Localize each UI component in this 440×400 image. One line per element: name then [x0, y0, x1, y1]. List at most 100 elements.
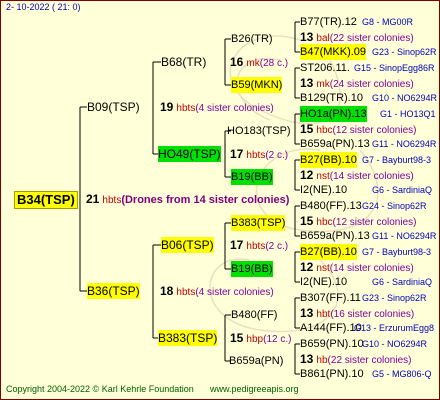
- gen4-count-6: 13: [300, 306, 314, 320]
- gen4-code2-0: G23 - Sinop62R: [372, 47, 437, 57]
- gen4-count-2: 15: [300, 122, 314, 136]
- gen4-code2-3: G6 - SardiniaQ: [372, 185, 433, 195]
- root-unit: hbts: [102, 195, 122, 206]
- gen2-note-1: (2 c.): [265, 150, 289, 161]
- gen4-unit-1: mk: [316, 79, 330, 90]
- root-note: (Drones from 14 sister colonies): [121, 194, 290, 206]
- gen4-unit-3: nst: [316, 171, 330, 182]
- gen4-id2-4[interactable]: B659a(PN).13: [300, 228, 370, 244]
- gen2-count-1: 17: [230, 147, 244, 161]
- gen4-id2-2[interactable]: B659a(PN).13: [300, 136, 370, 152]
- gen3-node-7[interactable]: B659a(PN): [229, 353, 283, 369]
- gen2-unit-1: hbts: [246, 150, 266, 161]
- gen4-count-5: 12: [300, 260, 314, 274]
- gen2-count-0: 16: [230, 55, 244, 69]
- gen4-info-5: 12 nst(14 sister colonies): [300, 259, 414, 275]
- gen4-id-4[interactable]: B480(FF).13: [300, 198, 362, 214]
- gen2-note-2: (2 c.): [265, 241, 289, 252]
- gen2-node-1[interactable]: HO49(TSP): [158, 146, 221, 162]
- gen3-node-0[interactable]: B26(TR): [231, 31, 273, 47]
- gen1-unit-0: hbts: [176, 103, 196, 114]
- gen4-id2-0[interactable]: B47(MKK).09: [300, 44, 367, 60]
- gen2-count-2: 17: [230, 238, 244, 252]
- gen4-code2-6: G13 - ErzurumEgg8: [354, 323, 435, 333]
- gen2-info-0: 16 mk(28 c.): [230, 54, 288, 70]
- root-node[interactable]: B34(TSP): [14, 191, 78, 209]
- gen4-id-6[interactable]: B307(FF).11: [300, 290, 361, 306]
- gen4-note-6: (16 sister colonies): [330, 309, 415, 320]
- gen3-node-6[interactable]: B480(FF): [231, 307, 277, 323]
- gen4-info-6: 13 hbt(16 sister colonies): [300, 305, 414, 321]
- gen3-node-5[interactable]: B19(BB): [231, 261, 273, 277]
- gen4-id2-5[interactable]: I2(NE).10: [300, 274, 347, 290]
- gen4-code-5: G7 - Bayburt98-3: [362, 247, 432, 257]
- gen3-node-4[interactable]: B383(TSP): [231, 215, 286, 231]
- gen2-note-3: (12 c.): [263, 334, 292, 345]
- gen4-note-0: (22 sister colonies): [329, 33, 414, 44]
- gen4-id2-7[interactable]: B861(PN).10: [300, 366, 364, 382]
- gen1-node-0[interactable]: B09(TSP): [87, 99, 140, 115]
- gen4-id2-1[interactable]: B129(TR).10: [300, 90, 363, 106]
- gen2-unit-3: hbp: [246, 334, 264, 345]
- gen4-info-4: 15 hbc(12 sister colonies): [300, 213, 416, 229]
- gen2-unit-0: mk: [246, 58, 260, 69]
- gen4-id-7[interactable]: B659(PN).10: [300, 336, 364, 352]
- gen1-note-0: (4 sister colonies): [195, 103, 274, 114]
- gen4-note-1: (24 sister colonies): [329, 79, 414, 90]
- gen4-count-4: 15: [300, 214, 314, 228]
- gen4-code2-2: G11 - NO6294R: [372, 139, 437, 149]
- gen4-id2-6[interactable]: A144(FF).10: [300, 320, 362, 336]
- gen4-unit-2: hbc: [316, 125, 333, 136]
- footer-url[interactable]: www.pedigreeapis.org: [210, 384, 299, 394]
- gen4-count-1: 13: [300, 76, 314, 90]
- gen4-code2-7: G5 - MG806-Q: [372, 369, 432, 379]
- gen4-code2-5: G6 - SardiniaQ: [372, 277, 433, 287]
- gen2-unit-2: hbts: [246, 241, 266, 252]
- gen4-unit-7: hb: [316, 355, 328, 366]
- gen2-node-3[interactable]: B383(TSP): [158, 330, 218, 346]
- gen4-code-2: G1 - HO13Q1: [380, 109, 436, 119]
- gen2-info-1: 17 hbts(2 c.): [230, 146, 288, 162]
- gen4-id2-3[interactable]: I2(NE).10: [300, 182, 347, 198]
- gen2-node-2[interactable]: B06(TSP): [161, 237, 214, 253]
- gen2-node-0[interactable]: B68(TR): [161, 54, 206, 70]
- gen4-id-1[interactable]: ST206.11.: [300, 60, 350, 76]
- gen4-unit-4: hbc: [316, 217, 333, 228]
- gen4-code-1: G15 - SinopEgg86R: [354, 63, 435, 73]
- gen4-note-4: (12 sister colonies): [332, 217, 417, 228]
- gen1-count-1: 18: [160, 284, 174, 298]
- gen1-node-1[interactable]: B36(TSP): [87, 283, 140, 299]
- gen4-info-1: 13 mk(24 sister colonies): [300, 75, 414, 91]
- gen4-note-2: (12 sister colonies): [332, 125, 417, 136]
- gen4-info-7: 13 hb(22 sister colonies): [300, 351, 411, 367]
- root-info: 21 hbts(Drones from 14 sister colonies): [86, 191, 289, 207]
- gen4-code-0: G8 - MG00R: [362, 17, 414, 27]
- gen4-code2-1: G10 - NO6294R: [372, 93, 438, 103]
- gen2-count-3: 15: [230, 331, 244, 345]
- gen1-info-1: 18 hbts(4 sister colonies): [160, 283, 274, 299]
- gen3-node-1[interactable]: B59(MKN): [231, 77, 283, 93]
- gen4-id-0[interactable]: B77(TR).12: [300, 14, 357, 30]
- gen1-info-0: 19 hbts(4 sister colonies): [160, 99, 274, 115]
- gen1-count-0: 19: [160, 100, 174, 114]
- report-date: 2- 10-2022 ( 21: 0): [6, 2, 81, 12]
- gen1-unit-1: hbts: [176, 287, 196, 298]
- gen4-id-3[interactable]: B27(BB).10: [300, 152, 357, 168]
- gen4-note-5: (14 sister colonies): [329, 263, 414, 274]
- gen4-note-3: (14 sister colonies): [329, 171, 414, 182]
- gen4-id-2[interactable]: HO1a(PN).13: [300, 106, 367, 122]
- gen4-info-3: 12 nst(14 sister colonies): [300, 167, 414, 183]
- gen4-id-5[interactable]: B27(BB).10: [300, 244, 357, 260]
- gen4-unit-6: hbt: [316, 309, 331, 320]
- gen3-node-2[interactable]: HO183(TSP): [227, 123, 291, 139]
- gen4-code2-4: G11 - NO6294R: [372, 231, 437, 241]
- gen4-info-2: 15 hbc(12 sister colonies): [300, 121, 416, 137]
- gen3-node-3[interactable]: B19(BB): [231, 169, 273, 185]
- gen4-count-3: 12: [300, 168, 314, 182]
- gen1-note-1: (4 sister colonies): [195, 287, 274, 298]
- gen4-unit-0: bal: [316, 33, 330, 44]
- gen4-code-4: G24 - Sinop62R: [362, 201, 427, 211]
- gen4-code-3: G7 - Bayburt98-3: [362, 155, 432, 165]
- gen4-count-7: 13: [300, 352, 314, 366]
- gen2-info-3: 15 hbp(12 c.): [230, 330, 291, 346]
